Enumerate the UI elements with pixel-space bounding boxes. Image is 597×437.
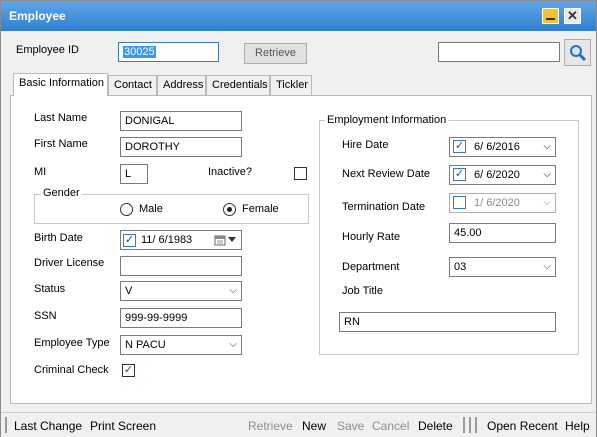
- hourly-rate-field[interactable]: 45.00: [449, 223, 556, 243]
- status-label: Status: [34, 283, 66, 295]
- checkmark-icon: ✓: [454, 140, 465, 152]
- checkmark-icon: ✓: [454, 168, 465, 180]
- first-name-field[interactable]: DOROTHY: [120, 137, 242, 157]
- chevron-down-icon: ⌵: [229, 285, 237, 296]
- hourly-rate-label: Hourly Rate: [342, 231, 401, 243]
- termination-date-label: Termination Date: [342, 201, 426, 213]
- chevron-down-icon: ⌵: [543, 197, 551, 208]
- help-button[interactable]: Help: [565, 419, 590, 433]
- grip-handle: [5, 417, 7, 433]
- employee-id-field[interactable]: 30025: [118, 42, 219, 62]
- mi-field[interactable]: L: [120, 164, 148, 184]
- next-review-date-value: 6/ 6/2020: [474, 169, 520, 181]
- last-name-label: Last Name: [34, 112, 88, 124]
- department-select[interactable]: 03 ⌵: [449, 257, 556, 277]
- employee-type-value: N PACU: [125, 339, 166, 351]
- criminal-check-checkbox[interactable]: ✓: [122, 364, 135, 377]
- employee-id-value: 30025: [123, 46, 156, 58]
- open-recent-button[interactable]: Open Recent: [487, 419, 558, 433]
- tab-tickler[interactable]: Tickler: [270, 75, 312, 95]
- command-bar: Last Change Print Screen Retrieve New Sa…: [1, 412, 596, 437]
- tab-credentials[interactable]: Credentials: [206, 75, 270, 95]
- print-screen-button[interactable]: Print Screen: [90, 419, 156, 433]
- birth-date-label: Birth Date: [34, 232, 83, 244]
- employment-information-label: Employment Information: [325, 114, 449, 126]
- female-label: Female: [242, 203, 279, 215]
- checkmark-icon: ✓: [123, 364, 134, 376]
- delete-button[interactable]: Delete: [418, 419, 453, 433]
- last-change-button[interactable]: Last Change: [14, 419, 82, 433]
- male-radio[interactable]: [120, 203, 133, 216]
- separator-grip: [469, 417, 471, 433]
- criminal-check-label: Criminal Check: [34, 364, 109, 376]
- hire-date-label: Hire Date: [342, 139, 389, 151]
- ssn-field[interactable]: 999-99-9999: [120, 308, 242, 328]
- basic-information-panel: Last Name DONIGAL First Name DOROTHY MI …: [10, 95, 592, 404]
- inactive-label: Inactive?: [208, 166, 253, 178]
- hire-date-checkbox[interactable]: ✓: [453, 140, 466, 153]
- ssn-label: SSN: [34, 310, 57, 322]
- next-review-date-label: Next Review Date: [342, 168, 431, 180]
- chevron-down-icon: ⌵: [543, 141, 551, 152]
- retrieve-button[interactable]: Retrieve: [244, 43, 307, 64]
- chevron-down-icon[interactable]: [228, 237, 236, 243]
- window-title: Employee: [9, 9, 66, 23]
- search-input[interactable]: [438, 42, 560, 62]
- employee-id-label: Employee ID: [16, 44, 79, 56]
- male-label: Male: [139, 203, 163, 215]
- tab-basic-information[interactable]: Basic Information: [13, 73, 108, 96]
- job-title-label: Job Title: [342, 285, 383, 297]
- department-value: 03: [454, 261, 467, 273]
- chevron-down-icon: ⌵: [229, 339, 237, 350]
- tab-address[interactable]: Address: [157, 75, 206, 95]
- status-value: V: [125, 285, 133, 297]
- tab-contact[interactable]: Contact: [108, 75, 157, 95]
- close-icon: ✕: [567, 8, 578, 23]
- separator-grip: [475, 417, 477, 433]
- first-name-label: First Name: [34, 138, 88, 150]
- employee-type-label: Employee Type: [34, 337, 110, 349]
- birth-date-checkbox[interactable]: ✓: [123, 234, 136, 247]
- next-review-date-checkbox[interactable]: ✓: [453, 168, 466, 181]
- close-button[interactable]: ✕: [564, 8, 581, 24]
- chevron-down-icon: ⌵: [543, 169, 551, 180]
- status-select[interactable]: V ⌵: [120, 281, 242, 301]
- driver-license-label: Driver License: [34, 257, 105, 269]
- termination-date-value: 1/ 6/2020: [474, 197, 520, 209]
- retrieve-command[interactable]: Retrieve: [248, 419, 293, 433]
- separator-grip: [463, 417, 465, 433]
- checkmark-icon: ✓: [124, 234, 135, 246]
- chevron-down-icon: ⌵: [543, 261, 551, 272]
- calendar-icon[interactable]: [214, 234, 226, 246]
- search-button[interactable]: [564, 39, 591, 66]
- save-button[interactable]: Save: [337, 419, 364, 433]
- title-bar: Employee ✕: [1, 1, 596, 31]
- hire-date-value: 6/ 6/2016: [474, 141, 520, 153]
- termination-date-checkbox[interactable]: [453, 196, 466, 209]
- mi-label: MI: [34, 166, 47, 178]
- new-button[interactable]: New: [302, 419, 326, 433]
- department-label: Department: [342, 261, 400, 273]
- cancel-button[interactable]: Cancel: [372, 419, 409, 433]
- driver-license-field[interactable]: [120, 256, 242, 276]
- employee-window: Employee ✕ Employee ID 30025 Retrieve Ba…: [0, 0, 597, 437]
- gender-label: Gender: [41, 187, 82, 199]
- job-title-field[interactable]: RN: [339, 312, 556, 332]
- female-radio[interactable]: [223, 203, 236, 216]
- birth-date-value: 11/ 6/1983: [141, 234, 193, 246]
- last-name-field[interactable]: DONIGAL: [120, 111, 242, 131]
- search-icon: [570, 45, 587, 62]
- minimize-button[interactable]: [542, 8, 559, 24]
- employee-type-select[interactable]: N PACU ⌵: [120, 335, 242, 355]
- inactive-checkbox[interactable]: [294, 167, 307, 180]
